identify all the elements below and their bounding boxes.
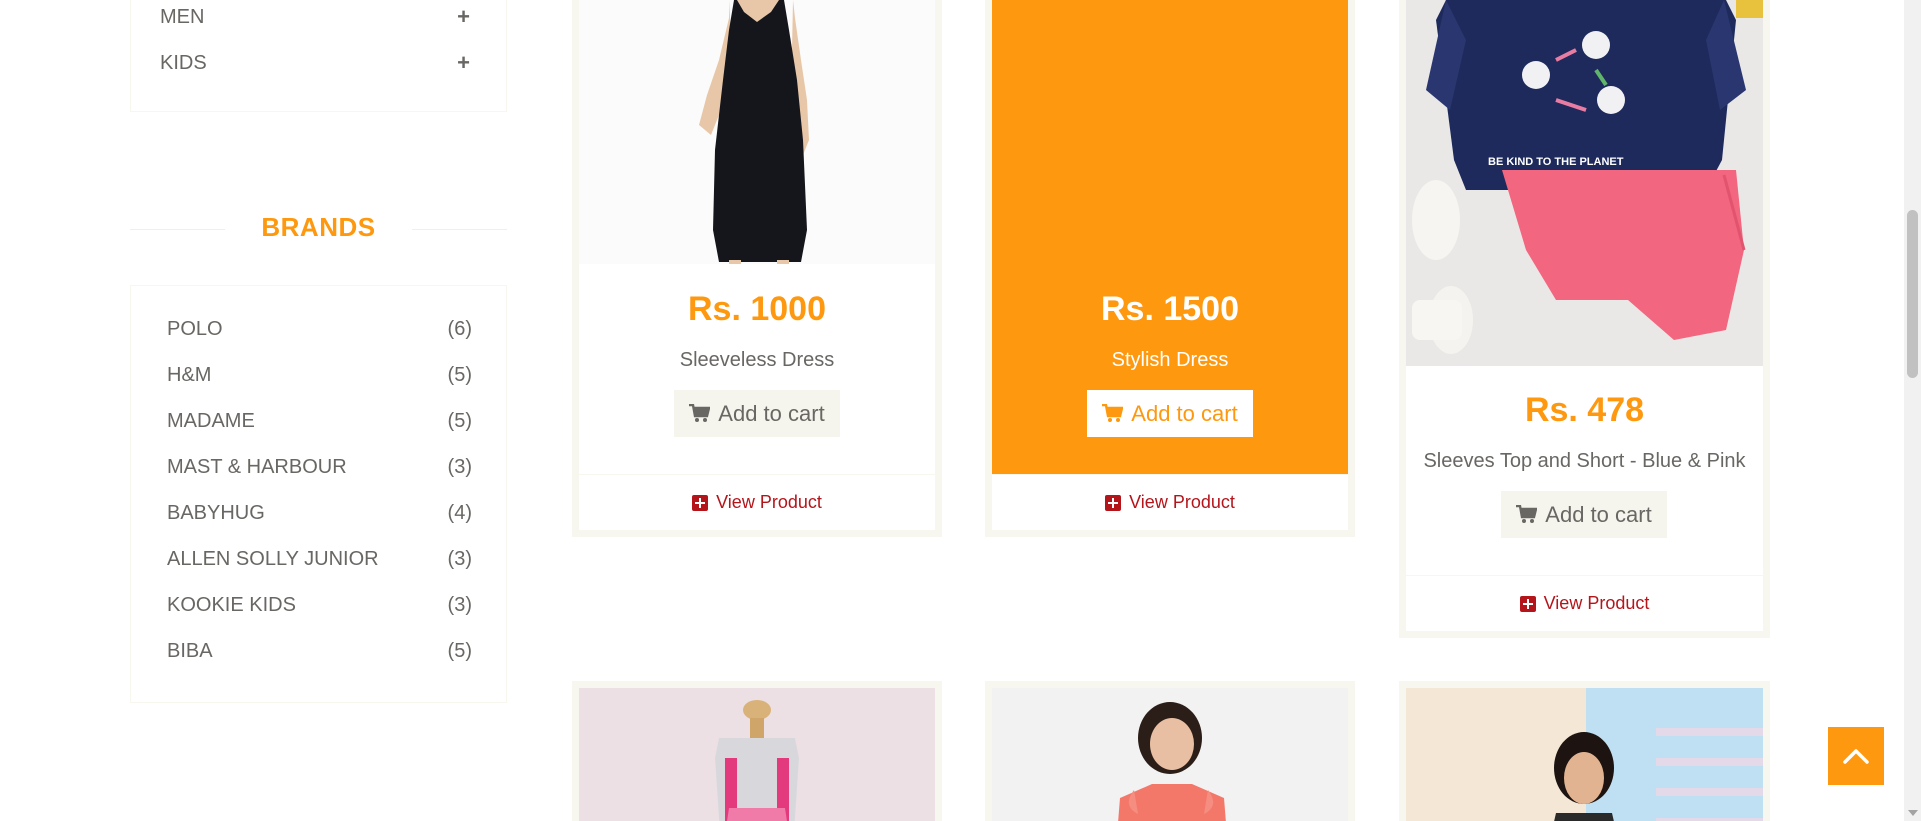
- brands-title: BRANDS: [261, 212, 376, 242]
- product-overlay[interactable]: Rs. 1500 Stylish Dress Add to cart: [992, 0, 1348, 474]
- brand-count: (3): [447, 456, 472, 478]
- view-product-link[interactable]: View Product: [992, 474, 1348, 530]
- brand-name: POLO: [167, 318, 223, 340]
- pink-frock-image: [579, 688, 935, 821]
- view-product-label: View Product: [1543, 593, 1650, 613]
- view-product-link[interactable]: View Product: [1406, 575, 1763, 631]
- add-to-cart-label: Add to cart: [1545, 501, 1652, 527]
- product-image[interactable]: BE KIND TO THE PLANET: [1406, 0, 1763, 366]
- product-card: [1399, 681, 1770, 821]
- category-label: MEN: [160, 6, 205, 28]
- product-price: Rs. 478: [1524, 391, 1645, 429]
- add-to-cart-label: Add to cart: [1131, 400, 1238, 426]
- brands-heading: BRANDS: [130, 208, 507, 248]
- product-image[interactable]: [992, 688, 1348, 821]
- scroll-to-top-button[interactable]: [1828, 727, 1884, 785]
- category-panel: MEN + KIDS +: [130, 0, 507, 112]
- add-to-cart-button[interactable]: Add to cart: [1501, 491, 1667, 538]
- product-name: Sleeves Top and Short - Blue & Pink: [1423, 450, 1746, 472]
- expand-plus-icon[interactable]: +: [457, 48, 470, 78]
- product-image[interactable]: [1406, 688, 1763, 821]
- product-card: Rs. 1000 Sleeveless Dress Add to cart Vi…: [572, 0, 942, 537]
- girl-outfit-image: [1406, 688, 1763, 821]
- coral-dress-image: [992, 688, 1348, 821]
- brand-item-kookie-kids[interactable]: KOOKIE KIDS (3): [167, 590, 472, 620]
- product-image[interactable]: [579, 688, 935, 821]
- add-to-cart-button[interactable]: Add to cart: [674, 390, 840, 437]
- plus-square-icon: [692, 494, 709, 511]
- brand-count: (6): [447, 318, 472, 340]
- add-to-cart-button[interactable]: Add to cart: [1087, 390, 1253, 437]
- product-image[interactable]: [579, 0, 935, 264]
- brand-item-biba[interactable]: BIBA (5): [167, 636, 472, 666]
- brand-count: (5): [447, 364, 472, 386]
- product-card: [572, 681, 942, 821]
- product-price: Rs. 1500: [1101, 290, 1239, 328]
- brand-name: MADAME: [167, 410, 255, 432]
- plus-square-icon: [1519, 595, 1536, 612]
- brand-item-polo[interactable]: POLO (6): [167, 314, 472, 344]
- add-to-cart-label: Add to cart: [718, 400, 825, 426]
- product-card: [985, 681, 1355, 821]
- svg-text:BE KIND TO THE PLANET: BE KIND TO THE PLANET: [1488, 156, 1624, 168]
- category-kids[interactable]: KIDS +: [160, 48, 470, 78]
- plus-square-icon: [1105, 494, 1122, 511]
- brand-item-allen-solly-junior[interactable]: ALLEN SOLLY JUNIOR (3): [167, 544, 472, 574]
- brand-item-babyhug[interactable]: BABYHUG (4): [167, 498, 472, 528]
- shopping-cart-icon: [1102, 404, 1124, 422]
- product-price: Rs. 1000: [688, 290, 826, 328]
- view-product-link[interactable]: View Product: [579, 474, 935, 530]
- brand-item-madame[interactable]: MADAME (5): [167, 406, 472, 436]
- category-men[interactable]: MEN +: [160, 2, 470, 32]
- product-card: BE KIND TO THE PLANET Rs. 478 Sleeves To…: [1399, 0, 1770, 638]
- product-name: Stylish Dress: [1111, 349, 1229, 371]
- brand-name: MAST & HARBOUR: [167, 456, 347, 478]
- category-label: KIDS: [160, 52, 207, 74]
- brand-count: (5): [447, 640, 472, 662]
- shopping-cart-icon: [1516, 505, 1538, 523]
- expand-plus-icon[interactable]: +: [457, 2, 470, 32]
- view-product-label: View Product: [716, 492, 822, 512]
- view-product-label: View Product: [1129, 492, 1235, 512]
- brand-name: BIBA: [167, 640, 213, 662]
- brands-list: POLO (6) H&M (5) MADAME (5) MAST & HARBO…: [130, 285, 507, 703]
- scroll-down-arrow-icon[interactable]: [1908, 810, 1918, 816]
- brand-name: KOOKIE KIDS: [167, 594, 296, 616]
- brand-item-hm[interactable]: H&M (5): [167, 360, 472, 390]
- top-and-shorts-image: BE KIND TO THE PLANET: [1406, 0, 1763, 366]
- shopping-cart-icon: [689, 404, 711, 422]
- black-dress-image: [579, 0, 935, 264]
- brand-count: (3): [447, 548, 472, 570]
- brand-item-mast-harbour[interactable]: MAST & HARBOUR (3): [167, 452, 472, 482]
- brand-name: ALLEN SOLLY JUNIOR: [167, 548, 379, 570]
- brand-count: (4): [447, 502, 472, 524]
- vertical-scrollbar[interactable]: [1904, 0, 1921, 821]
- brand-name: H&M: [167, 364, 212, 386]
- product-name: Sleeveless Dress: [679, 349, 835, 371]
- brand-count: (3): [447, 594, 472, 616]
- brand-count: (5): [447, 410, 472, 432]
- product-card: Rs. 1500 Stylish Dress Add to cart View …: [985, 0, 1355, 537]
- brand-name: BABYHUG: [167, 502, 265, 524]
- scrollbar-thumb[interactable]: [1907, 210, 1918, 378]
- chevron-up-icon: [1843, 749, 1869, 764]
